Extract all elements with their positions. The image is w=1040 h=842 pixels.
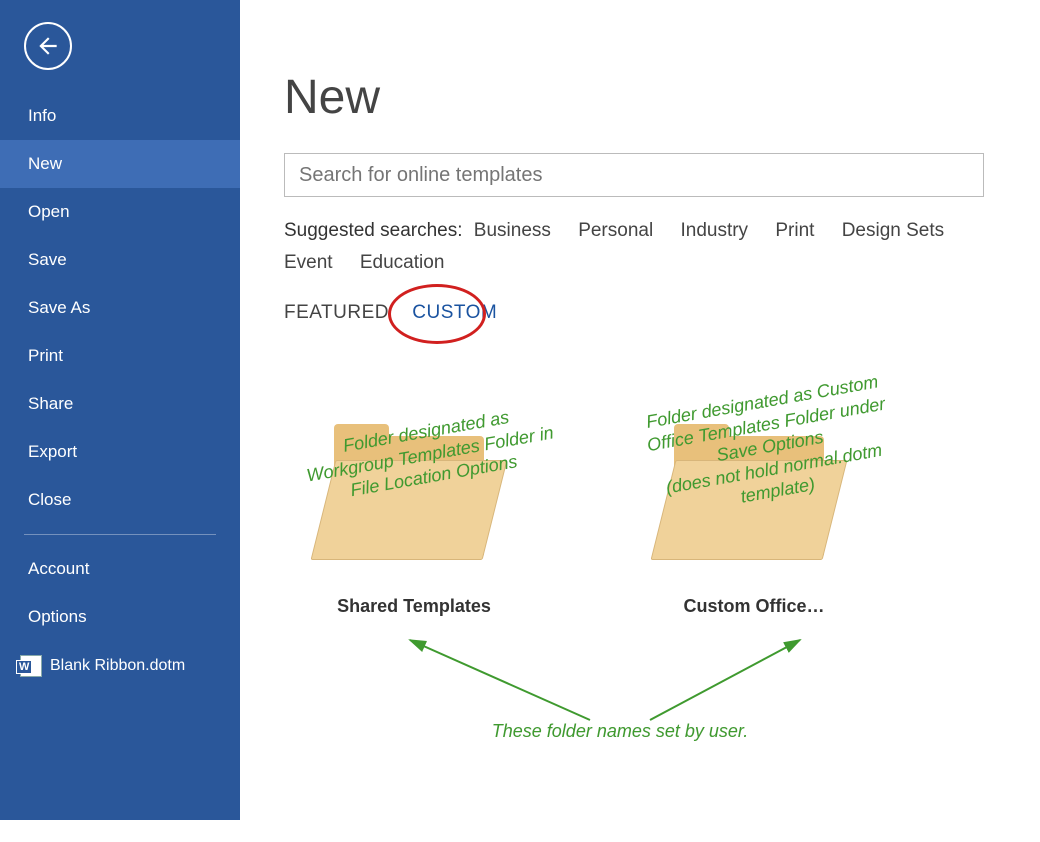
- search-input[interactable]: [299, 164, 969, 187]
- suggest-industry[interactable]: Industry: [680, 215, 748, 247]
- word-backstage-window: Document2 - Word ? × Sign Info New Open …: [0, 0, 1020, 820]
- page-title: New: [284, 70, 984, 125]
- template-folders: Shared Templates Custom Office…: [314, 434, 984, 617]
- suggest-event[interactable]: Event: [284, 247, 333, 279]
- sidebar-item-save-as[interactable]: Save As: [0, 284, 240, 332]
- suggested-searches: Suggested searches: Business Personal In…: [284, 215, 984, 280]
- sidebar-document-link[interactable]: Blank Ribbon.dotm: [0, 641, 240, 691]
- suggest-print[interactable]: Print: [775, 215, 814, 247]
- back-button[interactable]: [24, 22, 72, 70]
- sidebar-item-info[interactable]: Info: [0, 92, 240, 140]
- sidebar-item-share[interactable]: Share: [0, 380, 240, 428]
- sidebar-item-save[interactable]: Save: [0, 236, 240, 284]
- sidebar-item-options[interactable]: Options: [0, 593, 240, 641]
- folder-shared-templates[interactable]: Shared Templates: [314, 434, 514, 617]
- template-search[interactable]: [284, 153, 984, 197]
- backstage-sidebar: Info New Open Save Save As Print Share E…: [0, 0, 240, 820]
- folder-icon: [669, 434, 839, 574]
- suggest-education[interactable]: Education: [360, 247, 445, 279]
- tab-featured[interactable]: FEATURED: [284, 302, 389, 324]
- sidebar-item-account[interactable]: Account: [0, 545, 240, 593]
- sidebar-separator: [24, 534, 216, 535]
- suggest-personal[interactable]: Personal: [578, 215, 653, 247]
- sidebar-document-label: Blank Ribbon.dotm: [50, 657, 185, 675]
- suggest-business[interactable]: Business: [474, 215, 551, 247]
- annotation-arrows: [360, 620, 860, 740]
- sidebar-item-close[interactable]: Close: [0, 476, 240, 524]
- folder-label: Shared Templates: [314, 596, 514, 617]
- folder-icon: [329, 434, 499, 574]
- tab-custom[interactable]: CUSTOM: [412, 302, 497, 324]
- arrow-left-icon: [35, 33, 61, 59]
- template-tabs: FEATURED CUSTOM: [284, 302, 984, 324]
- word-doc-icon: [20, 655, 42, 677]
- main-pane: New Suggested searches: Business Persona…: [240, 0, 1020, 820]
- folder-custom-office[interactable]: Custom Office…: [654, 434, 854, 617]
- suggested-label: Suggested searches:: [284, 220, 463, 241]
- sidebar-item-print[interactable]: Print: [0, 332, 240, 380]
- sidebar-item-open[interactable]: Open: [0, 188, 240, 236]
- annotation-bottom: These folder names set by user.: [360, 720, 880, 743]
- suggest-design-sets[interactable]: Design Sets: [842, 215, 944, 247]
- sidebar-item-new[interactable]: New: [0, 140, 240, 188]
- sidebar-item-export[interactable]: Export: [0, 428, 240, 476]
- folder-label: Custom Office…: [654, 596, 854, 617]
